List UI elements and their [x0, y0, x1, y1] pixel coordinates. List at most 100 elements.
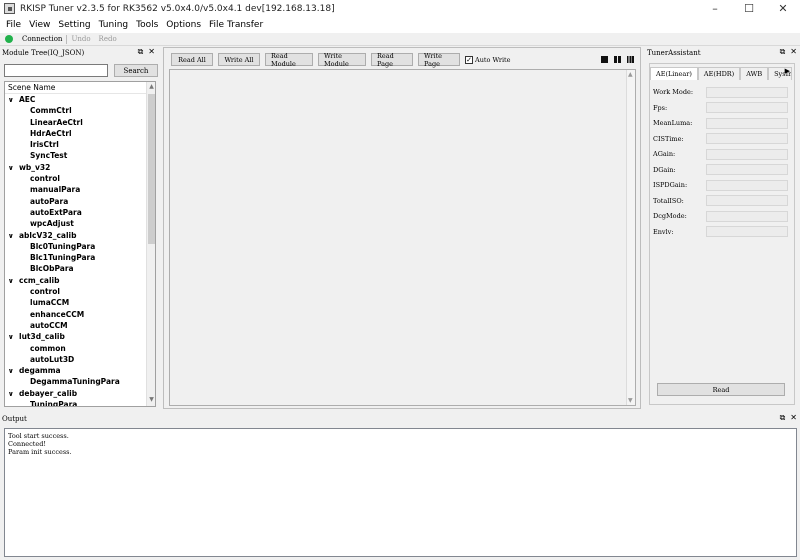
- layout-single-icon[interactable]: [601, 56, 608, 63]
- tree-item[interactable]: IrisCtrl: [5, 139, 155, 150]
- envlv-field: [706, 226, 788, 237]
- chevron-down-icon[interactable]: ∨: [8, 163, 19, 174]
- tree-item[interactable]: wpcAdjust: [5, 218, 155, 229]
- scroll-up-icon[interactable]: ▲: [148, 83, 155, 92]
- tab-awb[interactable]: AWB: [740, 67, 769, 80]
- write-all-button[interactable]: Write All: [218, 53, 260, 66]
- read-module-button[interactable]: Read Module: [265, 52, 313, 68]
- menu-view[interactable]: View: [25, 20, 54, 30]
- tree-item[interactable]: CommCtrl: [5, 105, 155, 116]
- float-panel-icon[interactable]: ⧉: [780, 413, 786, 423]
- menu-options[interactable]: Options: [162, 20, 205, 30]
- log-line: Connected!: [8, 440, 46, 448]
- chevron-down-icon[interactable]: ∨: [8, 231, 19, 242]
- tree-group[interactable]: ∨ AEC: [5, 94, 155, 105]
- tab-ae-linear[interactable]: AE(Linear): [650, 67, 698, 80]
- output-panel: Output ⧉ ✕ Tool start success. Connected…: [0, 413, 800, 560]
- tree-item[interactable]: DegammaTuningPara: [5, 376, 155, 387]
- minimize-icon[interactable]: –: [698, 0, 732, 17]
- tree-item[interactable]: autoCCM: [5, 320, 155, 331]
- tree-group[interactable]: ∨ ccm_calib: [5, 275, 155, 286]
- tree-item[interactable]: lumaCCM: [5, 297, 155, 308]
- maximize-icon[interactable]: ☐: [732, 0, 766, 17]
- tab-scroll-right-icon[interactable]: ▶: [785, 67, 790, 75]
- field-label: CISTime:: [653, 134, 684, 143]
- undo-button[interactable]: Undo: [67, 35, 94, 43]
- chevron-down-icon[interactable]: ∨: [8, 332, 19, 343]
- work-scroll-up-icon[interactable]: ▲: [628, 71, 633, 78]
- field-label: ISPDGain:: [653, 181, 688, 189]
- tree-item[interactable]: SyncTest: [5, 150, 155, 161]
- tree-group[interactable]: ∨ ablcV32_calib: [5, 230, 155, 241]
- module-tree[interactable]: Scene Name ∨ AEC CommCtrl LinearAeCtrl HdrAe…: [4, 81, 156, 407]
- tree-item[interactable]: enhanceCCM: [5, 309, 155, 320]
- work-area-scrollbar[interactable]: ▲ ▼: [626, 70, 635, 405]
- search-input[interactable]: [4, 64, 108, 77]
- tree-group[interactable]: ∨ debayer_calib: [5, 388, 155, 399]
- read-button[interactable]: Read: [657, 383, 785, 396]
- tree-item[interactable]: TuningPara: [5, 399, 155, 406]
- close-icon[interactable]: ✕: [766, 0, 800, 17]
- menu-tools[interactable]: Tools: [132, 20, 162, 30]
- menu-file[interactable]: File: [2, 20, 25, 30]
- search-button[interactable]: Search: [114, 64, 158, 77]
- tree-group[interactable]: ∨ degamma: [5, 365, 155, 376]
- scroll-down-icon[interactable]: ▼: [148, 396, 155, 405]
- tree-item[interactable]: Blc1TuningPara: [5, 252, 155, 263]
- field-label: MeanLuma:: [653, 119, 693, 127]
- redo-button[interactable]: Redo: [95, 35, 121, 43]
- window-title: RKISP Tuner v2.3.5 for RK3562 v5.0x4.0/v…: [20, 3, 335, 14]
- tree-item[interactable]: control: [5, 286, 155, 297]
- menu-tuning[interactable]: Tuning: [95, 20, 132, 30]
- parameter-work-area[interactable]: ▲ ▼: [169, 69, 636, 406]
- tree-item[interactable]: BlcObPara: [5, 263, 155, 274]
- chevron-down-icon[interactable]: ∨: [8, 389, 19, 400]
- module-tree-title: Module Tree(IQ_JSON) ⧉ ✕: [2, 47, 155, 57]
- tree-scroll-thumb[interactable]: [148, 94, 155, 244]
- again-field: [706, 148, 788, 160]
- tree-scrollbar[interactable]: ▲ ▼: [146, 82, 155, 406]
- work-scroll-down-icon[interactable]: ▼: [628, 397, 633, 404]
- tuner-assistant-title: TunerAssistant ⧉ ✕: [647, 47, 797, 57]
- tree-item[interactable]: manualPara: [5, 184, 155, 195]
- field-label: Fps:: [653, 103, 668, 112]
- tree-group[interactable]: ∨ lut3d_calib: [5, 331, 155, 342]
- field-label: AGain:: [653, 150, 676, 158]
- field-label: Work Mode:: [653, 88, 694, 96]
- tree-item[interactable]: LinearAeCtrl: [5, 117, 155, 128]
- tree-group[interactable]: ∨ wb_v32: [5, 162, 155, 173]
- write-page-button[interactable]: Write Page: [418, 52, 460, 68]
- output-log[interactable]: Tool start success. Connected! Param ini…: [4, 428, 797, 557]
- menu-setting[interactable]: Setting: [54, 20, 94, 30]
- menu-bar: File View Setting Tuning Tools Options F…: [0, 17, 800, 33]
- chevron-down-icon[interactable]: ∨: [8, 366, 19, 377]
- close-panel-icon[interactable]: ✕: [790, 413, 797, 423]
- menu-file-transfer[interactable]: File Transfer: [205, 20, 267, 30]
- tree-item[interactable]: autoLut3D: [5, 354, 155, 365]
- read-page-button[interactable]: Read Page: [371, 52, 413, 68]
- layout-triple-icon[interactable]: [627, 56, 634, 63]
- auto-write-checkbox[interactable]: ✓ Auto Write: [465, 55, 511, 64]
- tree-item[interactable]: common: [5, 343, 155, 354]
- field-label: DcgMode:: [653, 212, 687, 220]
- tree-item[interactable]: HdrAeCtrl: [5, 128, 155, 139]
- chevron-down-icon[interactable]: ∨: [8, 276, 19, 287]
- tuner-assistant-body: AE(Linear) AE(HDR) AWB SysInf ▶ Work Mod…: [649, 63, 795, 405]
- tab-ae-hdr[interactable]: AE(HDR): [697, 67, 741, 80]
- float-panel-icon[interactable]: ⧉: [138, 47, 144, 57]
- tree-item[interactable]: control: [5, 173, 155, 184]
- write-module-button[interactable]: Write Module: [318, 52, 366, 68]
- log-line: Tool start success.: [8, 432, 69, 440]
- close-panel-icon[interactable]: ✕: [790, 47, 797, 57]
- connection-button[interactable]: Connection: [18, 35, 66, 43]
- field-label: Envlv:: [653, 227, 674, 236]
- tree-item[interactable]: autoExtPara: [5, 207, 155, 218]
- tree-item[interactable]: Blc0TuningPara: [5, 241, 155, 252]
- close-panel-icon[interactable]: ✕: [148, 47, 155, 57]
- layout-double-icon[interactable]: [614, 56, 621, 63]
- chevron-down-icon[interactable]: ∨: [8, 95, 19, 106]
- tree-item[interactable]: autoPara: [5, 196, 155, 207]
- read-all-button[interactable]: Read All: [171, 53, 213, 66]
- float-panel-icon[interactable]: ⧉: [780, 47, 786, 57]
- work-mode-field: [706, 86, 788, 98]
